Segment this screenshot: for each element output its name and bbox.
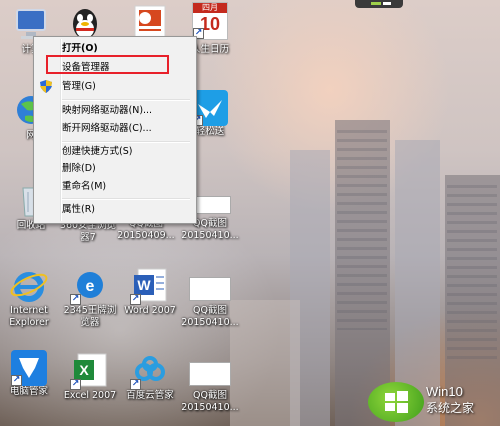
word-icon: W ↗ <box>130 265 170 305</box>
menu-item-rename[interactable]: 重命名(M) <box>36 177 192 196</box>
icon-label-line2: 20150410... <box>181 230 239 241</box>
icon-label-line2: 览器 <box>80 317 100 328</box>
calendar-month: 四月 <box>193 3 227 13</box>
menu-item-delete[interactable]: 删除(D) <box>36 159 192 178</box>
watermark: Win10 系统之家 <box>368 380 498 424</box>
calendar-icon: 四月 10 ↗ <box>192 2 228 40</box>
menu-item-label: 管理(G) <box>62 81 96 92</box>
2345-browser-icon: e ↗ <box>70 265 110 305</box>
desktop-background[interactable]: 计算 四月 10 ↗ 人生日历 网 ↗ 轻松送 回收站 360安全浏览 器7 2… <box>0 0 500 426</box>
menu-item-label: 删除(D) <box>62 163 96 174</box>
icon-label-line2: 20150410... <box>181 402 239 413</box>
screenshot-file-icon <box>189 362 231 386</box>
menu-item-manage[interactable]: 管理(G) <box>36 77 192 96</box>
icon-label-line1: QQ截图 <box>193 390 227 401</box>
icon-label-line2: 20150410... <box>181 317 239 328</box>
shield-icon <box>40 80 52 100</box>
bird-app-icon: ↗ <box>192 90 228 126</box>
desktop-icon-screenshot-3[interactable]: QQ截图 20150410... <box>175 265 245 329</box>
svg-text:W: W <box>137 277 151 293</box>
watermark-site: 系统之家 <box>426 401 475 415</box>
screenshot-file-icon <box>189 277 231 301</box>
icon-label-line2: 20150409... <box>117 230 175 241</box>
pc-manager-icon: ↗ <box>11 350 47 386</box>
svg-text:e: e <box>86 278 95 295</box>
win10-logo <box>368 382 424 422</box>
menu-item-label: 映射网络驱动器(N)... <box>62 105 153 116</box>
ie-icon <box>9 265 49 305</box>
excel-icon: X ↗ <box>70 350 110 390</box>
menu-item-label: 重命名(M) <box>62 181 107 192</box>
icon-label-line1: QQ截图 <box>193 305 227 316</box>
svg-text:X: X <box>79 362 89 378</box>
menu-item-label: 属性(R) <box>62 204 96 215</box>
shortcut-arrow-icon: ↗ <box>70 294 81 305</box>
shortcut-arrow-icon: ↗ <box>70 379 81 390</box>
highlight-box <box>46 55 169 74</box>
shortcut-arrow-icon: ↗ <box>130 294 141 305</box>
menu-item-map-network-drive[interactable]: 映射网络驱动器(N)... <box>36 101 192 120</box>
menu-item-properties[interactable]: 属性(R) <box>36 200 192 219</box>
baidu-cloud-icon: ↗ <box>130 350 170 390</box>
gadget-bar <box>355 0 403 8</box>
shortcut-arrow-icon: ↗ <box>11 375 22 386</box>
watermark-brand: Win10 <box>426 384 463 399</box>
shortcut-arrow-icon: ↗ <box>130 379 141 390</box>
menu-item-disconnect-network-drive[interactable]: 断开网络驱动器(C)... <box>36 119 192 138</box>
desktop-icon-screenshot-4[interactable]: QQ截图 20150410... <box>175 350 245 414</box>
menu-item-label: 断开网络驱动器(C)... <box>62 123 152 134</box>
